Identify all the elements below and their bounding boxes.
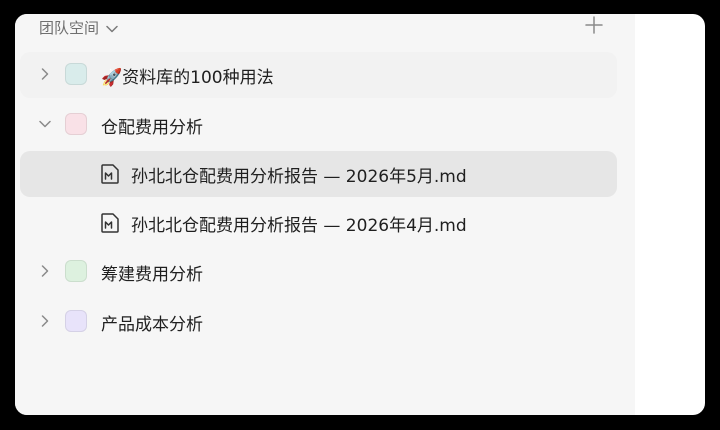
tree-item-warehouse-cost[interactable]: 仓配费用分析 — [20, 102, 617, 148]
app-window: 团队空间 🚀资料库的100种用法 仓配费用分析 孙北北仓配费用分析报告 — 20… — [15, 14, 705, 415]
add-button[interactable] — [581, 14, 607, 40]
tree-item-resource-library[interactable]: 🚀资料库的100种用法 — [20, 52, 617, 98]
tree-item-label: 仓配费用分析 — [101, 117, 203, 138]
sidebar: 团队空间 🚀资料库的100种用法 仓配费用分析 孙北北仓配费用分析报告 — 20… — [15, 14, 635, 415]
folder-color-swatch — [65, 63, 87, 85]
tree-item-label: 🚀资料库的100种用法 — [101, 67, 274, 88]
tree-item-label: 产品成本分析 — [101, 314, 203, 335]
team-space-title: 团队空间 — [39, 19, 100, 37]
chevron-right-icon[interactable] — [38, 264, 52, 278]
folder-color-swatch — [65, 310, 87, 332]
tree-item-report-may[interactable]: 孙北北仓配费用分析报告 — 2026年5月.md — [20, 151, 617, 197]
tree-item-report-april[interactable]: 孙北北仓配费用分析报告 — 2026年4月.md — [20, 200, 617, 246]
folder-color-swatch — [65, 113, 87, 135]
chevron-right-icon[interactable] — [38, 314, 52, 328]
tree-item-label: 孙北北仓配费用分析报告 — 2026年5月.md — [131, 166, 467, 187]
sidebar-header: 团队空间 — [15, 14, 635, 44]
folder-color-swatch — [65, 260, 87, 282]
plus-icon — [585, 16, 603, 38]
tree-item-setup-cost[interactable]: 筹建费用分析 — [20, 249, 617, 295]
markdown-file-icon — [99, 163, 121, 185]
markdown-file-icon — [99, 212, 121, 234]
tree-item-label: 孙北北仓配费用分析报告 — 2026年4月.md — [131, 215, 467, 236]
tree-item-label: 筹建费用分析 — [101, 264, 203, 285]
chevron-down-icon[interactable] — [38, 117, 52, 131]
chevron-right-icon[interactable] — [38, 67, 52, 81]
team-space-switcher[interactable]: 团队空间 — [39, 17, 118, 38]
chevron-down-icon — [106, 19, 118, 37]
tree-item-product-cost[interactable]: 产品成本分析 — [20, 299, 617, 345]
